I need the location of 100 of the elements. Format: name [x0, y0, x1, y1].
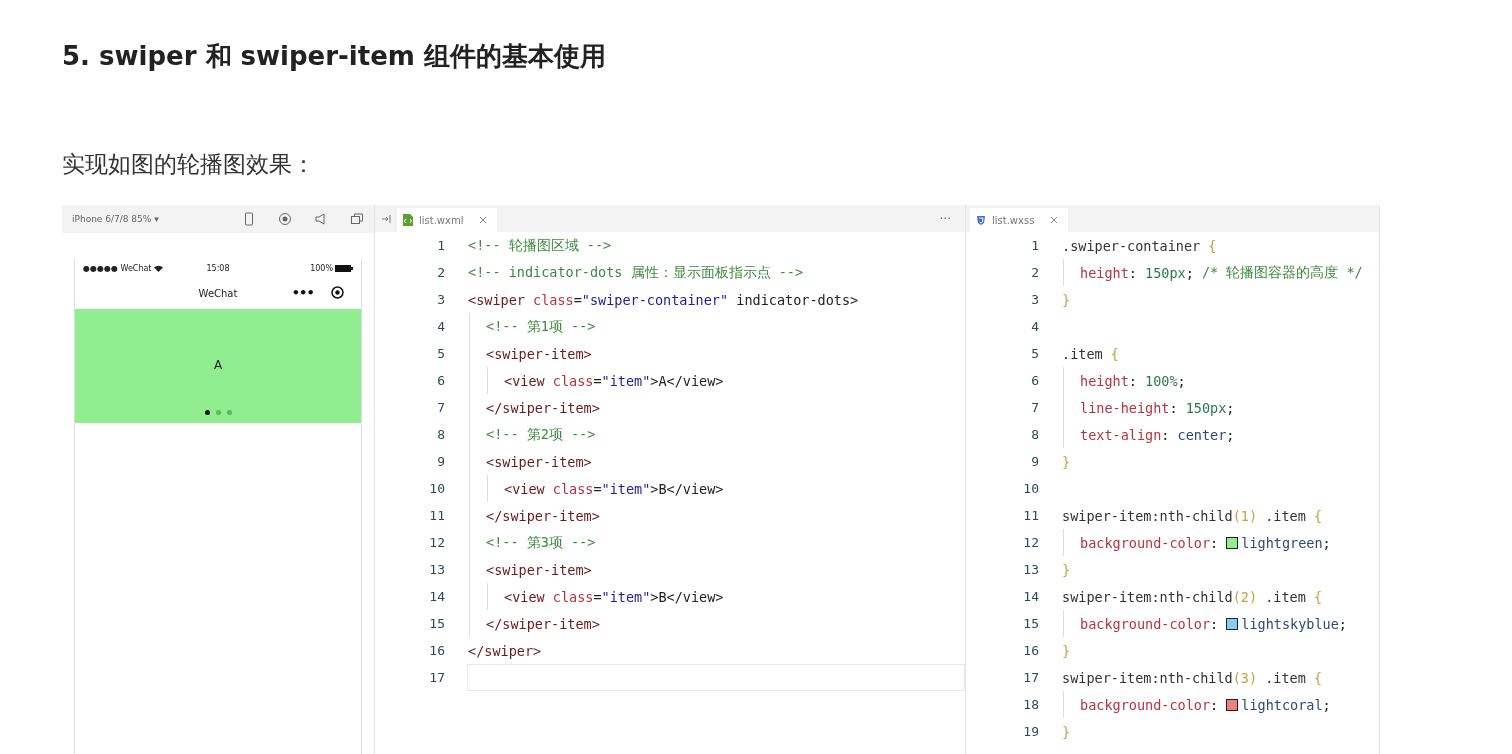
- file-tab[interactable]: list.wxss: [970, 208, 1069, 232]
- line-number: 11: [1022, 508, 1040, 523]
- code-token: ;: [1177, 372, 1186, 389]
- code-token: }: [1062, 291, 1071, 308]
- line-number: 17: [428, 670, 446, 685]
- swiper-slide[interactable]: A: [75, 309, 361, 423]
- line-number: 8: [1030, 427, 1040, 442]
- capsule-menu[interactable]: •••: [283, 281, 353, 303]
- code-token: center: [1177, 426, 1227, 443]
- more-button[interactable]: ···: [939, 211, 951, 226]
- indicator-dot[interactable]: [215, 410, 221, 415]
- code-token: :: [1169, 399, 1179, 416]
- line-number: 4: [1030, 319, 1040, 334]
- record-icon[interactable]: [278, 212, 292, 226]
- code-token: =: [593, 372, 602, 389]
- code-token: <swiper-item>: [486, 453, 592, 470]
- more-menu[interactable]: •••: [291, 284, 314, 300]
- line-number: 5: [1030, 346, 1040, 361]
- code-token: <!-- 第2项 -->: [486, 425, 596, 444]
- speaker-icon[interactable]: [314, 212, 328, 226]
- code-token: </swiper>: [468, 642, 542, 659]
- line-number: 12: [1022, 535, 1040, 550]
- css-file-icon: [976, 214, 986, 226]
- line-number: 14: [428, 589, 446, 604]
- code-token: swiper-item:nth-child: [1062, 507, 1233, 524]
- code-token: (2): [1232, 588, 1258, 605]
- line-number: 7: [1030, 400, 1040, 415]
- code-token: {: [1110, 345, 1119, 362]
- code-token: =: [593, 480, 602, 497]
- code-token: swiper-item:nth-child: [1062, 669, 1233, 686]
- code-token: class: [552, 480, 594, 497]
- code-token: <!-- indicator-dots 属性：显示面板指示点 -->: [468, 263, 804, 282]
- code-token: </swiper-item>: [486, 615, 600, 632]
- code-token: indicator-dots>: [735, 291, 859, 308]
- close-icon[interactable]: [1050, 216, 1059, 224]
- code-token: background-color: [1080, 696, 1211, 713]
- line-number: 13: [428, 562, 446, 577]
- code-token: ;: [1338, 615, 1347, 632]
- file-tab[interactable]: list.wxml: [397, 208, 498, 232]
- code-token: background-color: [1080, 615, 1211, 632]
- line-number: 9: [436, 454, 446, 469]
- indicator-dot[interactable]: [226, 410, 232, 415]
- code-token: :: [1128, 372, 1138, 389]
- slide-label: A: [213, 358, 223, 372]
- code-token: >B</view>: [650, 480, 724, 497]
- code-token: height: [1080, 372, 1129, 389]
- code-token: >B</view>: [650, 588, 724, 605]
- phone-icon[interactable]: [242, 212, 256, 226]
- code-token: .swiper-container: [1062, 237, 1202, 254]
- code-token: /* 轮播图容器的高度 */: [1201, 263, 1363, 282]
- code-token: <view: [504, 480, 546, 497]
- line-number: 5: [436, 346, 446, 361]
- line-number: 3: [436, 292, 446, 307]
- time-text: 15:08: [206, 263, 230, 273]
- code-token: :: [1210, 615, 1220, 632]
- line-number: 17: [1022, 670, 1040, 685]
- code-token: }: [1062, 561, 1071, 578]
- code-token: 100%: [1145, 372, 1178, 389]
- code-token: :: [1128, 264, 1138, 281]
- line-number: 3: [1030, 292, 1040, 307]
- line-number: 19: [1022, 724, 1040, 739]
- code-token: :: [1210, 534, 1220, 551]
- device-selector[interactable]: iPhone 6/7/8 85% ▾: [72, 214, 220, 224]
- code-token: 150px: [1145, 264, 1186, 281]
- close-icon[interactable]: [479, 216, 488, 224]
- code-token: </swiper-item>: [486, 399, 600, 416]
- code-token: 150px: [1185, 399, 1227, 416]
- code-token: <swiper: [468, 291, 526, 308]
- code-token: (1): [1232, 507, 1258, 524]
- line-number: 15: [1022, 616, 1040, 631]
- line-number: 7: [436, 400, 446, 415]
- line-number: 4: [436, 319, 446, 334]
- code-token: (3): [1232, 669, 1258, 686]
- code-token: height: [1080, 264, 1129, 281]
- code-token: ;: [1322, 534, 1331, 551]
- line-number: 16: [1022, 643, 1040, 658]
- code-token: <!-- 第1项 -->: [486, 317, 596, 336]
- close-target-icon[interactable]: [331, 285, 345, 299]
- line-number: 11: [428, 508, 446, 523]
- code-token: .item: [1264, 588, 1307, 605]
- line-number: 1: [436, 238, 446, 253]
- code-token: <view: [504, 588, 546, 605]
- code-token: }: [1062, 453, 1071, 470]
- code-token: >A</view>: [650, 372, 724, 389]
- windows-icon[interactable]: [350, 212, 364, 226]
- line-number: 1: [1030, 238, 1040, 253]
- line-number: 6: [1030, 373, 1040, 388]
- code-token: <!-- 第3项 -->: [486, 533, 596, 552]
- code-token: }: [1062, 723, 1071, 740]
- code-token: =: [593, 588, 602, 605]
- line-number: 18: [1022, 697, 1040, 712]
- line-number: 8: [436, 427, 446, 442]
- collapse-icon[interactable]: [381, 212, 393, 225]
- code-token: "item": [601, 480, 651, 497]
- line-number: 16: [428, 643, 446, 658]
- code-token: =: [573, 291, 582, 308]
- indicator-dot[interactable]: [204, 410, 210, 415]
- battery-text: 100%: [310, 263, 333, 273]
- code-token: .item: [1264, 507, 1307, 524]
- page-heading: 5. swiper 和 swiper-item 组件的基本使用: [62, 40, 607, 73]
